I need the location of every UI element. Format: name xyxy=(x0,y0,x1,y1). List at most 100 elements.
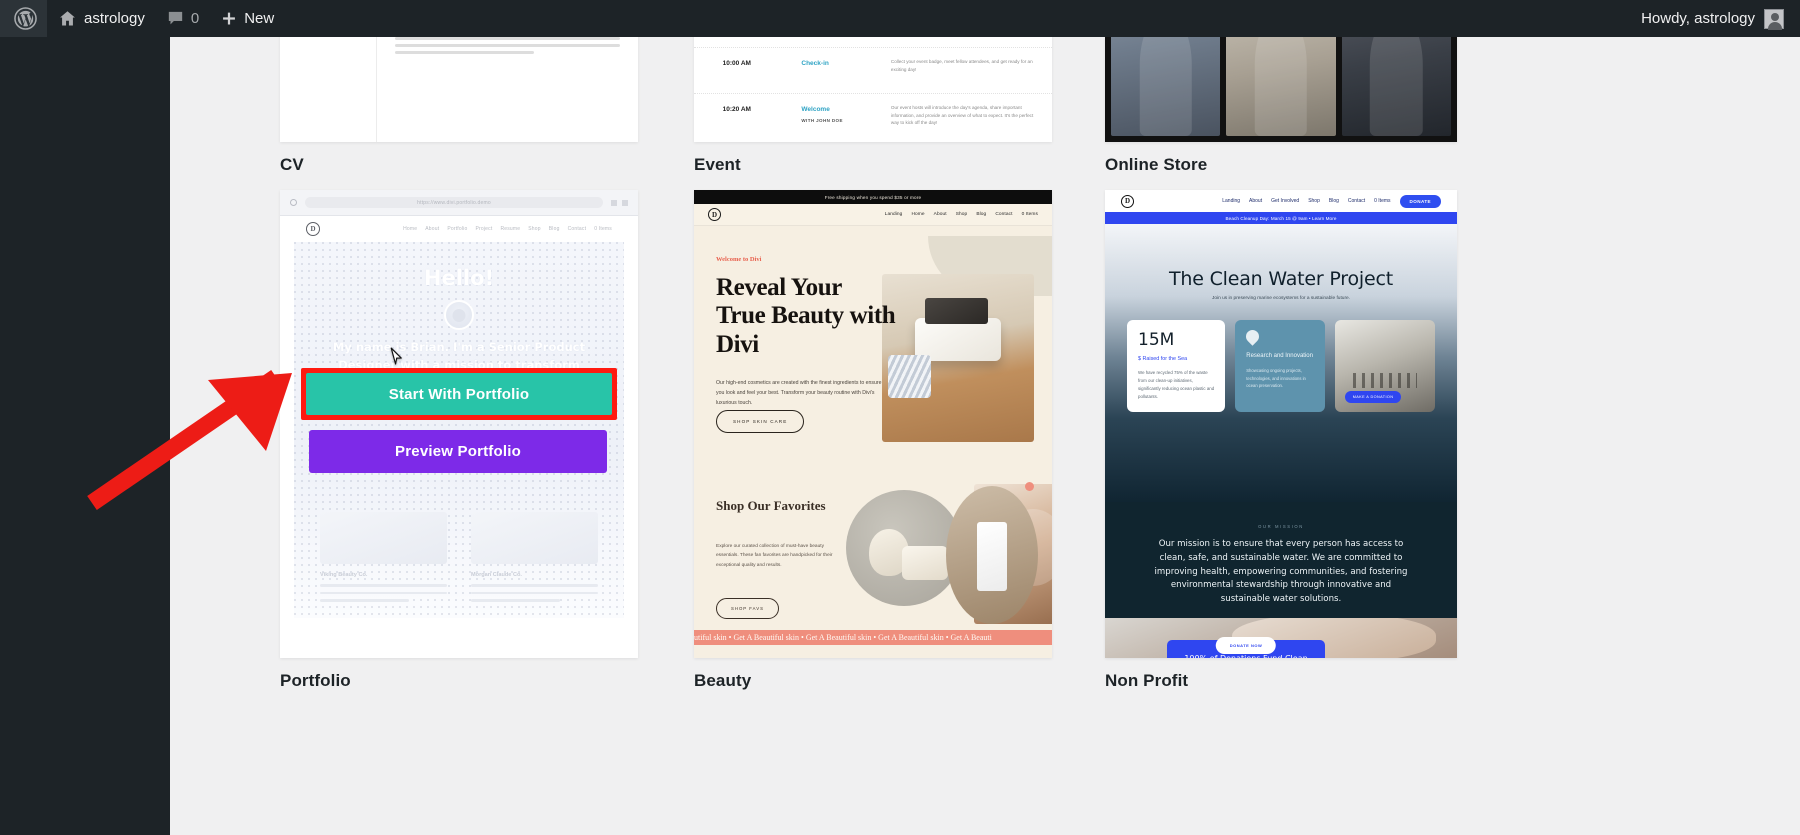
beauty-marquee: utiful skin • Get A Beautiful skin • Get… xyxy=(694,630,1052,645)
donate-now-button[interactable]: DONATE NOW xyxy=(1215,637,1277,654)
portfolio-nav: D Home About Portfolio Project Resume Sh… xyxy=(294,216,624,242)
template-label-non-profit: Non Profit xyxy=(1105,671,1189,690)
nav-item: 0 Items xyxy=(1374,198,1391,204)
nav-item: Shop xyxy=(528,226,541,232)
template-thumbnail-online-store[interactable] xyxy=(1105,37,1457,142)
site-name-button[interactable]: astrology xyxy=(47,0,156,37)
new-label: New xyxy=(244,10,275,27)
nonprofit-nav: D Landing About Get Involved Shop Blog C… xyxy=(1105,190,1457,212)
event-title: Welcome xyxy=(801,106,830,113)
beauty-hero: Welcome to Divi Reveal Your True Beauty … xyxy=(694,226,1052,476)
new-content-button[interactable]: New xyxy=(210,0,285,37)
beauty-nav: D Landing Home About Shop Blog Contact 0… xyxy=(694,204,1052,226)
divi-logo-icon: D xyxy=(708,208,721,221)
template-thumbnail-cv[interactable]: 2021 - 2026 UI Design Bloom - Co xyxy=(280,37,638,142)
accent-dot xyxy=(1025,482,1034,491)
template-label-event: Event xyxy=(694,155,741,174)
nonprofit-banner: Beach Cleanup Day: March 15 @ 9am • Lear… xyxy=(1105,212,1457,224)
admin-menu-sidebar[interactable] xyxy=(0,37,170,835)
template-thumbnail-event[interactable]: 10:00 AM Check-in Collect your event bad… xyxy=(694,37,1052,142)
cv-body-lines xyxy=(394,37,620,54)
preview-portfolio-button[interactable]: Preview Portfolio xyxy=(309,430,607,473)
shop-favs-button[interactable]: SHOP FAVS xyxy=(716,598,779,619)
template-card-non-profit[interactable]: D Landing About Get Involved Shop Blog C… xyxy=(1105,190,1457,690)
project-card[interactable]: Viking Beauty Co. xyxy=(320,512,447,607)
template-label-beauty: Beauty xyxy=(694,671,752,690)
project-title: Viking Beauty Co. xyxy=(320,572,368,578)
nav-item: Get Involved xyxy=(1271,198,1300,204)
event-time: 10:20 AM xyxy=(722,106,751,113)
project-card[interactable]: Morgan Claude Co. xyxy=(471,512,598,607)
nav-item: 0 Items xyxy=(1021,212,1038,217)
nonprofit-hero: The Clean Water Project Join us in prese… xyxy=(1105,224,1457,502)
model-figure xyxy=(1370,37,1423,136)
admin-bar-right: Howdy, astrology xyxy=(1629,0,1800,37)
nav-item: About xyxy=(1249,198,1263,204)
wp-admin-bar: astrology 0 New Howdy, astrology xyxy=(0,0,1800,37)
event-desc: Collect your event badge, meet fellow at… xyxy=(890,59,1033,72)
favorites-paragraph: Explore our curated collection of must-h… xyxy=(716,544,833,568)
nav-item: Contact xyxy=(567,226,587,232)
shop-skin-care-button[interactable]: SHOP SKIN CARE xyxy=(716,410,805,433)
intro-line-1: My name is Brian. I'm a Senior Product xyxy=(332,340,586,354)
my-account-button[interactable]: Howdy, astrology xyxy=(1629,0,1800,37)
event-title: Check-in xyxy=(801,60,829,67)
comment-count: 0 xyxy=(190,10,200,27)
template-label-portfolio: Portfolio xyxy=(280,671,351,690)
project-image xyxy=(471,512,598,564)
donation-photo-card: MAKE A DONATION xyxy=(1334,320,1435,412)
research-title: Research and Innovation xyxy=(1246,353,1313,359)
howdy-label: Howdy, astrology xyxy=(1641,10,1755,27)
project-title: Morgan Claude Co. xyxy=(471,572,522,578)
bottle-photo xyxy=(946,486,1038,624)
template-thumbnail-non-profit[interactable]: D Landing About Get Involved Shop Blog C… xyxy=(1105,190,1457,658)
nonprofit-nav-menu: Landing About Get Involved Shop Blog Con… xyxy=(1222,194,1441,208)
template-thumbnail-portfolio[interactable]: https://www.divi.portfolio.demo D Home A… xyxy=(280,190,638,658)
donation-callout-card: 100% of Donations Fund Clean and Safe Dr… xyxy=(1167,637,1325,658)
donate-nav-button[interactable]: DONATE xyxy=(1399,194,1441,208)
nav-item: 0 Items xyxy=(594,226,612,232)
striped-towel xyxy=(888,354,931,399)
portfolio-preview: https://www.divi.portfolio.demo D Home A… xyxy=(280,190,638,658)
stat-card: 15M $ Raised for the Sea We have recycle… xyxy=(1127,320,1226,412)
wordpress-logo-button[interactable] xyxy=(0,0,47,37)
nonprofit-headline: The Clean Water Project xyxy=(1169,268,1393,290)
research-card: Research and Innovation Showcasing ongoi… xyxy=(1235,320,1325,412)
nonprofit-subheadline: Join us in preserving marine ecosystems … xyxy=(1211,296,1351,301)
project-lines xyxy=(471,584,598,602)
template-card-beauty[interactable]: Free shipping when you spend $35 or more… xyxy=(694,190,1052,690)
nav-item: Blog xyxy=(976,212,987,217)
online-store-preview xyxy=(1105,37,1457,142)
template-library-canvas: 2021 - 2026 UI Design Bloom - Co CV xyxy=(170,37,1800,835)
nav-item: Blog xyxy=(548,226,560,232)
event-time: 10:00 AM xyxy=(722,60,751,67)
template-grid: 2021 - 2026 UI Design Bloom - Co CV xyxy=(170,37,1800,835)
browser-controls xyxy=(611,199,628,206)
template-label-cv: CV xyxy=(280,155,304,174)
stat-number: 15M xyxy=(1138,330,1175,350)
event-speaker: WITH JOHN DOE xyxy=(801,118,843,123)
portfolio-hello-heading: Hello! xyxy=(423,266,495,290)
portfolio-nav-menu: Home About Portfolio Project Resume Shop… xyxy=(403,226,612,232)
beauty-favorites-section: Shop Our Favorites Explore our curated c… xyxy=(694,476,1052,626)
template-card-event[interactable]: 10:00 AM Check-in Collect your event bad… xyxy=(694,37,1052,174)
nav-item: Shop xyxy=(1308,198,1320,204)
template-card-portfolio[interactable]: https://www.divi.portfolio.demo D Home A… xyxy=(280,190,638,690)
nonprofit-bottom-section: 100% of Donations Fund Clean and Safe Dr… xyxy=(1105,618,1457,658)
make-a-donation-button[interactable]: MAKE A DONATION xyxy=(1344,390,1402,403)
nonprofit-mission-section: OUR MISSION Our mission is to ensure tha… xyxy=(1105,502,1457,618)
wordpress-logo-icon xyxy=(14,7,37,30)
mission-text: Our mission is to ensure that every pers… xyxy=(1154,539,1408,604)
project-image xyxy=(320,512,447,564)
water-drop-icon xyxy=(1243,327,1262,346)
template-thumbnail-beauty[interactable]: Free shipping when you spend $35 or more… xyxy=(694,190,1052,658)
store-model-card xyxy=(1111,37,1221,136)
model-figure xyxy=(1254,37,1308,136)
screen: astrology 0 New Howdy, astrology CV 10:0… xyxy=(0,0,1800,835)
template-card-cv[interactable]: 2021 - 2026 UI Design Bloom - Co CV xyxy=(280,37,638,174)
comments-button[interactable]: 0 xyxy=(156,0,210,37)
start-with-portfolio-button[interactable]: Start With Portfolio xyxy=(306,373,612,415)
template-card-online-store[interactable]: Online Store xyxy=(1105,37,1457,174)
event-row: 10:20 AM Welcome WITH JOHN DOE Our event… xyxy=(694,93,1052,142)
mouse-cursor-icon xyxy=(390,347,402,365)
